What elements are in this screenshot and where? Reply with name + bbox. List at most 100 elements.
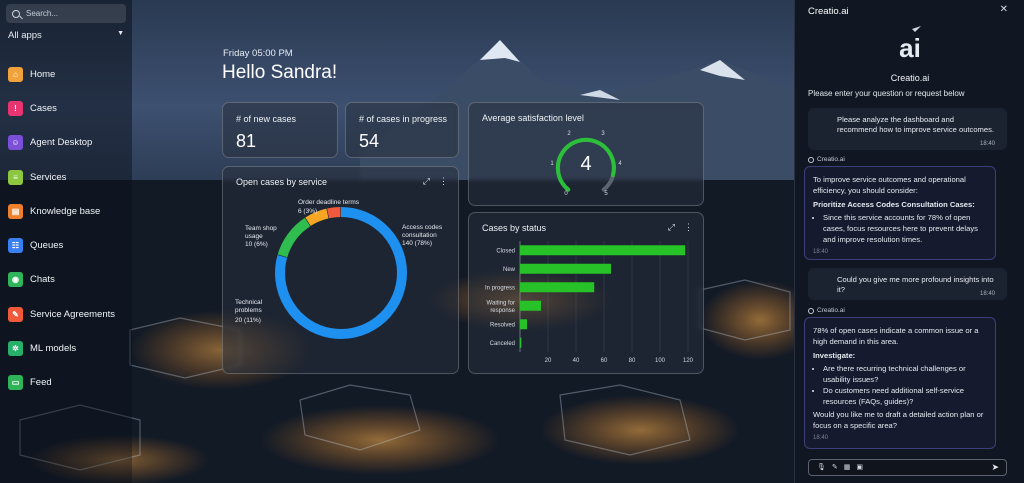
category-label: Waiting for	[487, 300, 515, 306]
ai-message-input[interactable]: 🎙 ✎ ▦ ▣ ➤	[808, 459, 1007, 476]
label-order-name: Order deadline terms	[298, 199, 360, 206]
app-sidebar: Search... All apps ▼ ⌂ Home ! Cases ☺ Ag…	[0, 0, 132, 483]
category-label: Canceled	[490, 341, 515, 347]
queues-icon: ☷	[8, 238, 23, 254]
attach-icon[interactable]: ✎	[832, 463, 838, 471]
message-time: 18:40	[813, 249, 829, 255]
open-cases-card[interactable]: Open cases by service ⤢ ⋮ Order deadline…	[222, 166, 459, 374]
label-order-value: 6 (3%)	[298, 208, 317, 215]
label-access-name2: consultation	[402, 232, 437, 239]
x-tick-label: 120	[683, 358, 694, 364]
nav-item-knowledge-base[interactable]: ▤ Knowledge base	[8, 194, 115, 228]
status-bar[interactable]	[520, 319, 527, 330]
nav-label: ML models	[30, 343, 77, 355]
status-bar[interactable]	[520, 337, 522, 348]
category-label: Closed	[496, 248, 515, 254]
gauge-value: 4	[580, 153, 591, 175]
x-tick-label: 60	[601, 358, 608, 364]
status-bar[interactable]	[520, 263, 611, 274]
send-icon[interactable]: ➤	[991, 462, 999, 473]
status-bar[interactable]	[520, 245, 686, 256]
category-label: In progress	[485, 285, 515, 291]
ml-models-icon: ✲	[8, 341, 23, 357]
x-tick-label: 20	[545, 358, 552, 364]
microphone-icon[interactable]: 🎙	[817, 463, 826, 471]
label-team-name1: Team shop	[245, 225, 277, 232]
ai-tag-label: Creatio.ai	[817, 156, 845, 163]
ai-panel-header: Creatio.ai	[808, 6, 849, 17]
agent-desktop-icon: ☺	[8, 135, 23, 151]
ai-message-bullet: Since this service accounts for 78% of o…	[823, 212, 987, 245]
status-bar[interactable]	[520, 282, 595, 293]
svg-text:ai: ai	[899, 33, 921, 60]
nav-item-service-agreements[interactable]: ✎ Service Agreements	[8, 297, 115, 331]
ai-assistant-panel: Creatio.ai ✕ ai Creatio.ai Please enter …	[794, 0, 1024, 483]
ai-message-heading: Investigate:	[813, 351, 856, 360]
creatio-ai-logo-icon: ai	[899, 26, 921, 60]
ai-message-intro: To improve service outcomes and operatio…	[813, 175, 966, 195]
nav-item-ml-models[interactable]: ✲ ML models	[8, 331, 115, 365]
nav-item-cases[interactable]: ! Cases	[8, 91, 115, 125]
chats-icon: ◉	[8, 272, 23, 288]
nav-label: Services	[30, 171, 67, 183]
ai-tag-label: Creatio.ai	[817, 307, 845, 314]
user-message-text: Could you give me more profound insights…	[837, 275, 994, 294]
close-icon[interactable]: ✕	[1000, 4, 1008, 15]
kpi-new-cases-card[interactable]: # of new cases 81	[222, 102, 338, 158]
ai-subtitle: Please enter your question or request be…	[808, 89, 965, 98]
kpi-cases-in-progress-card[interactable]: # of cases in progress 54	[345, 102, 459, 158]
status-bar[interactable]	[520, 300, 541, 311]
label-tech-name1: Technical	[235, 299, 263, 306]
nav-label: Home	[30, 68, 56, 80]
app-nav: ⌂ Home ! Cases ☺ Agent Desktop ≡ Service…	[8, 57, 115, 400]
category-label: Resolved	[490, 322, 515, 328]
cases-by-status-bar-chart: Closed New In progress Waiting for response R…	[485, 241, 694, 364]
nav-item-feed[interactable]: ▭ Feed	[8, 366, 115, 400]
donut-slice[interactable]	[326, 207, 341, 219]
gauge-tick-1: 1	[550, 161, 554, 167]
kpi-value: 81	[236, 131, 257, 151]
gauge-tick-3: 3	[601, 131, 605, 137]
nav-label: Cases	[30, 102, 57, 114]
ai-message-outro: Would you like me to draft a detailed ac…	[813, 410, 984, 430]
satisfaction-card[interactable]: Average satisfaction level 4 0 1 2 3 4 5	[468, 102, 704, 206]
satisfaction-gauge: 4 0 1 2 3 4 5	[550, 131, 622, 197]
nav-label: Feed	[30, 377, 52, 389]
cases-by-status-card[interactable]: Cases by status ⤢ ⋮ Closed New In progress…	[468, 212, 704, 374]
ai-avatar-icon	[808, 156, 814, 163]
gauge-tick-0: 0	[564, 191, 568, 197]
gauge-tick-2: 2	[567, 131, 571, 137]
greeting-datetime: Friday 05:00 PM	[223, 48, 293, 59]
gauge-tick-4: 4	[618, 161, 622, 167]
category-label: New	[503, 267, 516, 273]
x-tick-label: 40	[573, 358, 580, 364]
search-placeholder: Search...	[26, 9, 59, 18]
all-apps-dropdown[interactable]: All apps ▼	[8, 30, 126, 41]
nav-item-home[interactable]: ⌂ Home	[8, 57, 115, 91]
table-icon[interactable]: ▦	[844, 463, 851, 471]
image-icon[interactable]: ▣	[856, 463, 863, 471]
user-message: Please analyze the dashboard and recomme…	[808, 108, 1007, 150]
services-icon: ≡	[8, 169, 23, 185]
home-icon: ⌂	[8, 66, 23, 82]
nav-item-agent-desktop[interactable]: ☺ Agent Desktop	[8, 126, 115, 160]
ai-message-heading: Prioritize Access Codes Consultation Cas…	[813, 200, 975, 209]
search-icon	[12, 9, 20, 18]
label-team-name2: usage	[245, 233, 263, 240]
ai-message: 78% of open cases indicate a common issu…	[804, 317, 996, 449]
x-tick-label: 80	[629, 358, 636, 364]
user-message-text: Please analyze the dashboard and recomme…	[837, 115, 994, 134]
cases-icon: !	[8, 100, 23, 116]
nav-label: Chats	[30, 274, 55, 286]
nav-item-services[interactable]: ≡ Services	[8, 160, 115, 194]
nav-label: Agent Desktop	[30, 137, 93, 149]
nav-item-chats[interactable]: ◉ Chats	[8, 263, 115, 297]
nav-label: Queues	[30, 240, 64, 252]
donut-slice[interactable]	[277, 217, 311, 258]
user-message: Could you give me more profound insights…	[808, 268, 1007, 300]
nav-item-queues[interactable]: ☷ Queues	[8, 228, 115, 262]
search-input[interactable]: Search...	[6, 4, 126, 23]
category-label: response	[490, 308, 515, 314]
label-team-value: 10 (6%)	[245, 241, 268, 248]
label-access-value: 140 (78%)	[402, 240, 432, 247]
